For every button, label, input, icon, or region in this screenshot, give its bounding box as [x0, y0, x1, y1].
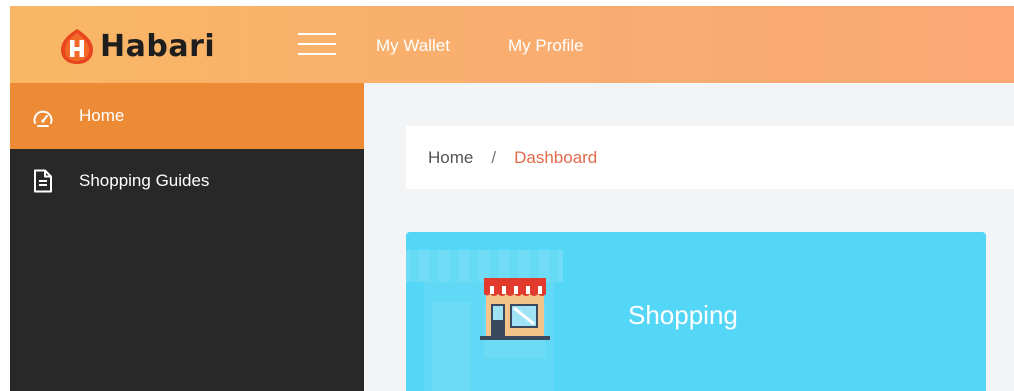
nav-my-profile[interactable]: My Profile [508, 36, 584, 56]
sidebar-item-label: Shopping Guides [79, 171, 210, 190]
habari-logo-icon [58, 27, 96, 65]
dashboard-gauge-icon [32, 107, 54, 129]
logo-text: Habari [100, 28, 216, 64]
main-content: Home / Dashboard Shopping [364, 83, 1014, 391]
menu-toggle-icon[interactable] [298, 33, 336, 59]
breadcrumb: Home / Dashboard [406, 126, 1014, 189]
storefront-icon [480, 278, 550, 340]
shopping-card[interactable]: Shopping [406, 232, 986, 391]
document-icon [32, 169, 54, 193]
nav-my-wallet[interactable]: My Wallet [376, 36, 450, 56]
habari-logo[interactable]: Habari [58, 26, 215, 66]
breadcrumb-home-link[interactable]: Home [428, 148, 473, 168]
sidebar-item-home[interactable]: Home [10, 83, 364, 149]
sidebar-item-shopping-guides[interactable]: Shopping Guides [10, 149, 364, 217]
sidebar: Home Shopping Guides [10, 83, 364, 391]
top-header-bar: Habari My Wallet My Profile [10, 6, 1014, 83]
breadcrumb-separator: / [491, 147, 497, 167]
shopping-card-label: Shopping [628, 300, 738, 330]
breadcrumb-current: Dashboard [514, 147, 598, 167]
sidebar-item-label: Home [79, 106, 125, 125]
